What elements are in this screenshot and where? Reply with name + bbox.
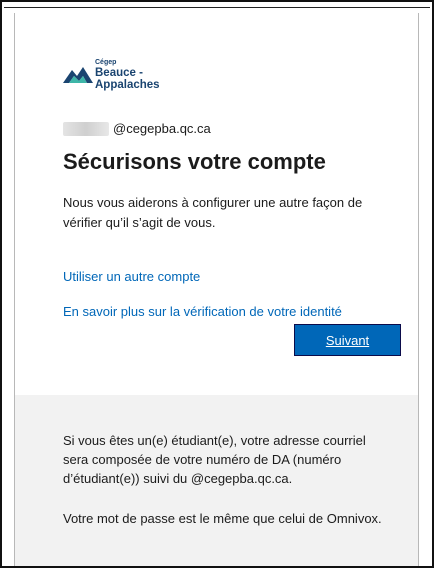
description-text: Nous vous aiderons à configurer une autr… (63, 195, 363, 230)
cegep-logo: Cégep Beauce - Appalaches (63, 55, 213, 95)
mountains-logo-icon (63, 67, 93, 83)
learn-more-link[interactable]: En savoir plus sur la vérification de vo… (63, 304, 342, 319)
info-paragraph-password: Votre mot de passe est le même que celui… (63, 511, 382, 526)
logo-line-1: Beauce - (95, 67, 143, 79)
screenshot-frame: Cégep Beauce - Appalaches @cegepba.qc.ca… (0, 0, 434, 568)
info-paragraph-student-email: Si vous êtes un(e) étudiant(e), votre ad… (63, 433, 366, 486)
logo-small-text: Cégep (95, 59, 117, 66)
redacted-username (63, 122, 109, 136)
logo-line-2: Appalaches (95, 79, 160, 91)
frame-divider (4, 7, 430, 8)
sign-in-card: Cégep Beauce - Appalaches @cegepba.qc.ca… (14, 13, 419, 566)
use-other-account-link[interactable]: Utiliser un autre compte (63, 269, 200, 284)
card-main-section: Cégep Beauce - Appalaches @cegepba.qc.ca… (15, 13, 418, 395)
page-title: Sécurisons votre compte (63, 149, 326, 174)
email-domain: @cegepba.qc.ca (113, 121, 211, 136)
next-button[interactable]: Suivant (294, 324, 401, 356)
